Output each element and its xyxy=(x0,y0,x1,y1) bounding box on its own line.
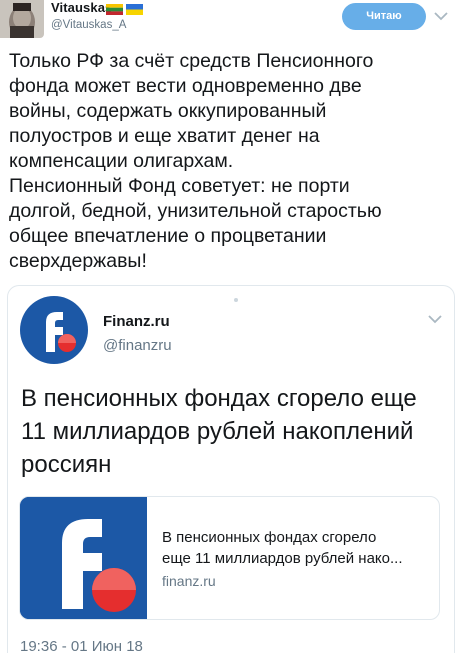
chevron-down-icon[interactable] xyxy=(433,9,449,23)
quoted-tweet-card[interactable]: Finanz.ru @finanzru В пенсионных фондах … xyxy=(7,285,455,653)
lithuania-flag-icon xyxy=(106,2,123,15)
link-preview-domain: finanz.ru xyxy=(162,573,216,589)
user-handle[interactable]: @Vitauskas_A xyxy=(51,19,126,31)
user-avatar[interactable] xyxy=(0,0,44,38)
tweet-timestamp[interactable]: 19:36 - 01 Июн 18 xyxy=(20,638,143,653)
quoted-user-handle[interactable]: @finanzru xyxy=(103,337,172,354)
finanz-avatar[interactable] xyxy=(20,296,88,364)
follow-button[interactable]: Читаю xyxy=(342,3,426,30)
divider-dot xyxy=(234,298,238,302)
user-display-name[interactable]: Vitauskas xyxy=(51,0,112,15)
chevron-down-icon[interactable] xyxy=(426,312,444,326)
quoted-tweet-text: В пенсионных фондах сгорело еще 11 милли… xyxy=(21,385,417,478)
tweet-text: Только РФ за счёт средств Пенсионного фо… xyxy=(9,50,382,272)
ukraine-flag-icon xyxy=(126,2,143,15)
quoted-user-name[interactable]: Finanz.ru xyxy=(103,313,170,330)
link-preview-title: В пенсионных фондах сгорело еще 11 милли… xyxy=(162,529,403,567)
tweet-header: Vitauskas @Vitauskas_A Читаю xyxy=(0,0,456,40)
finanz-logo-thumbnail xyxy=(20,497,147,619)
link-preview-card[interactable]: В пенсионных фондах сгорело еще 11 милли… xyxy=(19,496,440,620)
